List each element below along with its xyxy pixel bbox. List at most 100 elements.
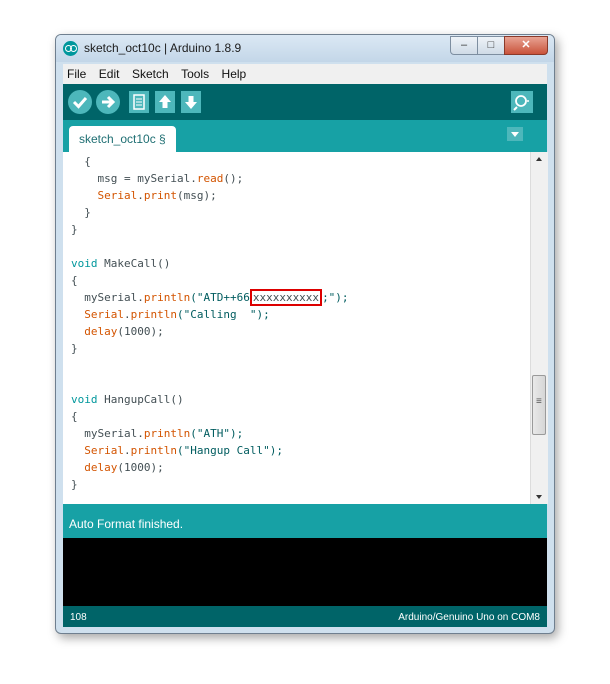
scroll-up-button[interactable] (531, 152, 548, 166)
code-token: (); (223, 172, 244, 185)
code-token: . (137, 189, 144, 202)
menu-tools[interactable]: Tools (177, 64, 213, 81)
code-token: { (71, 274, 78, 287)
code-token: HangupCall() (97, 393, 184, 406)
tab-menu-button[interactable] (507, 127, 523, 141)
editor-scrollbar[interactable] (530, 152, 548, 504)
new-icon (133, 94, 145, 110)
verify-button[interactable] (68, 90, 92, 114)
code-token: } (71, 342, 78, 355)
code-token: read (196, 172, 224, 185)
new-button[interactable] (129, 91, 149, 113)
upload-icon (102, 95, 116, 109)
upload-button[interactable] (96, 90, 120, 114)
status-message: Auto Format finished. (69, 517, 184, 531)
save-button[interactable] (181, 91, 201, 113)
code-token: msg = mySerial. (71, 172, 197, 185)
code-token: Serial (84, 308, 124, 321)
open-icon (159, 95, 171, 108)
code-token: println (143, 291, 191, 304)
code-token: delay (84, 461, 118, 474)
window-controls: ‒ □ ✕ (450, 36, 548, 55)
code-token: void (71, 393, 98, 406)
open-button[interactable] (155, 91, 175, 113)
code-token: } (71, 206, 91, 219)
menu-bar: File Edit Sketch Tools Help (63, 64, 547, 84)
close-button[interactable]: ✕ (504, 36, 548, 55)
scroll-down-button[interactable] (531, 490, 548, 504)
code-line: void MakeCall() (71, 255, 170, 272)
code-token: println (143, 427, 191, 440)
verify-icon (72, 97, 88, 109)
code-editor[interactable]: { msg = mySerial.read(); Serial.print(ms… (63, 152, 530, 504)
code-token: println (130, 308, 177, 321)
close-icon: ✕ (521, 39, 531, 51)
menu-edit[interactable]: Edit (95, 64, 124, 81)
tab-bar: sketch_oct10c § (63, 120, 547, 152)
code-line: { (71, 153, 91, 170)
code-token: void (71, 257, 98, 270)
code-token: } (71, 478, 78, 491)
line-number: 108 (70, 612, 87, 623)
code-token: (1000); (117, 461, 164, 474)
code-line: mySerial.println("ATH"); (71, 425, 243, 442)
code-line: } (71, 476, 78, 493)
window-title: sketch_oct10c | Arduino 1.8.9 (84, 41, 242, 55)
code-token: ("ATD++66 (190, 291, 250, 304)
code-token: MakeCall() (97, 257, 171, 270)
code-line: } (71, 340, 78, 357)
code-token: ;"); (322, 291, 349, 304)
title-bar[interactable]: sketch_oct10c | Arduino 1.8.9 ‒ □ ✕ (56, 35, 554, 62)
code-token: . (124, 444, 131, 457)
minimize-button[interactable]: ‒ (450, 36, 478, 55)
arduino-ide-window: sketch_oct10c | Arduino 1.8.9 ‒ □ ✕ File… (55, 34, 555, 634)
serial-monitor-icon (513, 95, 529, 111)
code-line: Serial.print(msg); (71, 187, 217, 204)
menu-help[interactable]: Help (218, 64, 251, 81)
code-token: print (143, 189, 177, 202)
code-line: void HangupCall() (71, 391, 184, 408)
code-line: mySerial.println("ATD++66 xxxxxxxxxx ;"); (71, 289, 349, 306)
code-token: (1000); (117, 325, 164, 338)
code-line: { (71, 408, 78, 425)
code-token: { (71, 155, 91, 168)
code-token: ("Hangup Call"); (176, 444, 283, 457)
code-line: } (71, 221, 78, 238)
code-token: ("ATH"); (190, 427, 244, 440)
maximize-icon: □ (487, 39, 495, 51)
toolbar (63, 84, 547, 120)
code-token: . (124, 308, 131, 321)
code-token: Serial (84, 444, 124, 457)
code-token: } (71, 223, 78, 236)
code-line: msg = mySerial.read(); (71, 170, 243, 187)
redacted-phone-number: xxxxxxxxxx (249, 289, 323, 306)
console-output[interactable] (63, 538, 547, 606)
arduino-logo-icon (63, 41, 78, 56)
scroll-thumb[interactable] (532, 375, 546, 435)
code-line: } (71, 204, 91, 221)
code-token: delay (84, 325, 118, 338)
save-icon (185, 96, 197, 109)
code-token: mySerial. (71, 291, 144, 304)
code-line: delay(1000); (71, 459, 164, 476)
status-area: Auto Format finished. (63, 504, 547, 538)
code-token: println (130, 444, 177, 457)
code-line: delay(1000); (71, 323, 164, 340)
maximize-button[interactable]: □ (477, 36, 505, 55)
code-line: Serial.println("Hangup Call"); (71, 442, 283, 459)
menu-sketch[interactable]: Sketch (128, 64, 173, 81)
tab-sketch[interactable]: sketch_oct10c § (69, 126, 176, 152)
minimize-icon: ‒ (460, 39, 468, 51)
code-token: Serial (97, 189, 138, 202)
board-info: Arduino/Genuino Uno on COM8 (398, 612, 540, 623)
serial-monitor-button[interactable] (511, 91, 533, 113)
menu-file[interactable]: File (63, 64, 90, 81)
code-token: (msg); (177, 189, 217, 202)
code-line: Serial.println("Calling "); (71, 306, 269, 323)
footer-bar: 108 Arduino/Genuino Uno on COM8 (63, 606, 547, 627)
